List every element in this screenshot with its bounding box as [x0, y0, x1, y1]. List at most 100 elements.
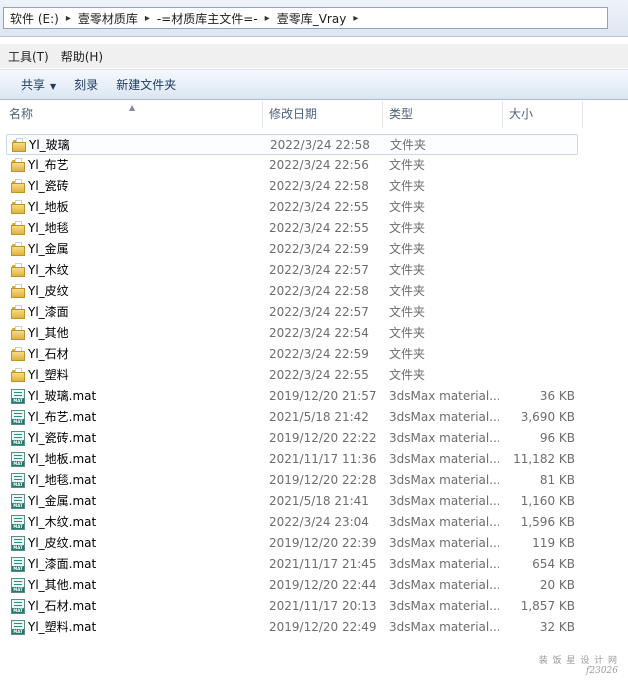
- folder-row[interactable]: Yl_石材 2022/3/24 22:59 文件夹: [6, 344, 578, 365]
- mat-file-icon: MAT: [11, 494, 25, 509]
- file-name: Yl_塑料.mat: [28, 620, 97, 634]
- file-date: 2022/3/24 22:55: [269, 200, 369, 214]
- column-date[interactable]: 修改日期: [263, 101, 383, 128]
- file-name: Yl_金属.mat: [28, 494, 97, 508]
- file-date: 2022/3/24 22:57: [269, 305, 369, 319]
- folder-icon: [11, 158, 25, 172]
- new-folder-button[interactable]: 新建文件夹: [107, 76, 185, 93]
- folder-icon: [11, 284, 25, 298]
- folder-row[interactable]: Yl_地板 2022/3/24 22:55 文件夹: [6, 197, 578, 218]
- share-button-label: 共享: [21, 78, 46, 92]
- folder-row[interactable]: Yl_地毯 2022/3/24 22:55 文件夹: [6, 218, 578, 239]
- file-row[interactable]: MAT Yl_皮纹.mat 2019/12/20 22:39 3dsMax mater…: [6, 533, 578, 554]
- file-type: 3dsMax material...: [389, 431, 499, 445]
- file-size: [498, 302, 575, 323]
- file-name: Yl_皮纹.mat: [28, 536, 97, 550]
- file-row[interactable]: MAT Yl_木纹.mat 2022/3/24 23:04 3dsMax materi…: [6, 512, 578, 533]
- file-size: 1,596 KB: [520, 515, 575, 529]
- breadcrumb-main-folder[interactable]: -=材质库主文件=-: [154, 10, 261, 27]
- file-date: 2022/3/24 23:04: [269, 515, 369, 529]
- folder-row[interactable]: Yl_塑料 2022/3/24 22:55 文件夹: [6, 365, 578, 386]
- folder-icon: [11, 305, 25, 319]
- share-button[interactable]: 共享 ▼: [12, 76, 65, 93]
- mat-file-icon: MAT: [11, 557, 25, 572]
- file-row[interactable]: MAT Yl_地毯.mat 2019/12/20 22:28 3dsMax mater…: [6, 470, 578, 491]
- file-type: 3dsMax material...: [389, 473, 499, 487]
- file-date: 2022/3/24 22:57: [269, 263, 369, 277]
- file-date: 2021/11/17 20:13: [269, 599, 377, 613]
- file-size: [498, 344, 575, 365]
- file-date: 2022/3/24 22:55: [269, 221, 369, 235]
- file-size: 119 KB: [532, 536, 575, 550]
- file-type: 文件夹: [389, 263, 426, 277]
- file-name: Yl_石材: [28, 347, 69, 361]
- column-size[interactable]: 大小: [503, 101, 583, 128]
- folder-icon: [11, 368, 25, 382]
- breadcrumb-separator[interactable]: ▸: [261, 13, 274, 24]
- file-size: [498, 218, 575, 239]
- folder-row[interactable]: Yl_漆面 2022/3/24 22:57 文件夹: [6, 302, 578, 323]
- breadcrumb-drive[interactable]: 软件 (E:): [7, 10, 62, 27]
- file-type: 文件夹: [389, 242, 426, 256]
- file-date: 2022/3/24 22:59: [269, 242, 369, 256]
- file-size: 81 KB: [539, 473, 575, 487]
- file-type: 3dsMax material...: [389, 536, 499, 550]
- folder-row[interactable]: Yl_玻璃 2022/3/24 22:58 文件夹: [6, 134, 578, 155]
- folder-row[interactable]: Yl_布艺 2022/3/24 22:56 文件夹: [6, 155, 578, 176]
- file-type: 文件夹: [389, 347, 426, 361]
- folder-row[interactable]: Yl_瓷砖 2022/3/24 22:58 文件夹: [6, 176, 578, 197]
- folder-row[interactable]: Yl_金属 2022/3/24 22:59 文件夹: [6, 239, 578, 260]
- menu-help[interactable]: 帮助(H): [55, 48, 109, 65]
- file-name: Yl_瓷砖.mat: [28, 431, 97, 445]
- file-name: Yl_其他: [28, 326, 69, 340]
- folder-row[interactable]: Yl_其他 2022/3/24 22:54 文件夹: [6, 323, 578, 344]
- file-row[interactable]: MAT Yl_玻璃.mat 2019/12/20 21:57 3dsMax mater…: [6, 386, 578, 407]
- file-type: 3dsMax material...: [389, 620, 499, 634]
- file-size: [498, 155, 575, 176]
- file-type: 3dsMax material...: [389, 389, 499, 403]
- file-size: 1,160 KB: [520, 494, 575, 508]
- breadcrumb-separator[interactable]: ▸: [349, 13, 362, 24]
- file-type: 3dsMax material...: [389, 494, 499, 508]
- file-row[interactable]: MAT Yl_金属.mat 2021/5/18 21:41 3dsMax materi…: [6, 491, 578, 512]
- file-date: 2019/12/20 22:22: [269, 431, 377, 445]
- mat-file-icon: MAT: [11, 536, 25, 551]
- breadcrumb-separator[interactable]: ▸: [141, 13, 154, 24]
- menu-tools[interactable]: 工具(T): [2, 48, 55, 65]
- file-size: 96 KB: [539, 431, 575, 445]
- file-date: 2022/3/24 22:58: [269, 179, 369, 193]
- column-type[interactable]: 类型: [383, 101, 503, 128]
- file-name: Yl_地毯.mat: [28, 473, 97, 487]
- column-name[interactable]: 名称 ▲: [3, 101, 263, 128]
- file-row[interactable]: MAT Yl_布艺.mat 2021/5/18 21:42 3dsMax materi…: [6, 407, 578, 428]
- file-row[interactable]: MAT Yl_塑料.mat 2019/12/20 22:49 3dsMax mater…: [6, 617, 578, 638]
- file-date: 2022/3/24 22:58: [270, 138, 370, 152]
- command-toolbar: 共享 ▼ 刻录 新建文件夹: [0, 69, 628, 100]
- folder-icon: [11, 326, 25, 340]
- file-type: 3dsMax material...: [389, 515, 499, 529]
- file-size: [498, 197, 575, 218]
- file-date: 2019/12/20 22:28: [269, 473, 377, 487]
- breadcrumb-library[interactable]: 壹零材质库: [75, 10, 141, 27]
- file-row[interactable]: MAT Yl_石材.mat 2021/11/17 20:13 3dsMax mater…: [6, 596, 578, 617]
- breadcrumb-current-folder[interactable]: 壹零库_Vray: [274, 10, 350, 27]
- breadcrumb-separator[interactable]: ▸: [62, 13, 75, 24]
- burn-button[interactable]: 刻录: [65, 76, 107, 93]
- file-size: 11,182 KB: [513, 452, 575, 466]
- watermark: 装 饭 星 设 计 网 f23026: [538, 653, 618, 676]
- file-row[interactable]: MAT Yl_漆面.mat 2021/11/17 21:45 3dsMax mater…: [6, 554, 578, 575]
- folder-row[interactable]: Yl_皮纹 2022/3/24 22:58 文件夹: [6, 281, 578, 302]
- file-row[interactable]: MAT Yl_地板.mat 2021/11/17 11:36 3dsMax mater…: [6, 449, 578, 470]
- mat-file-icon: MAT: [11, 410, 25, 425]
- file-type: 3dsMax material...: [389, 452, 499, 466]
- mat-file-icon: MAT: [11, 473, 25, 488]
- file-date: 2022/3/24 22:54: [269, 326, 369, 340]
- file-name: Yl_石材.mat: [28, 599, 97, 613]
- file-row[interactable]: MAT Yl_其他.mat 2019/12/20 22:44 3dsMax mater…: [6, 575, 578, 596]
- address-bar[interactable]: 软件 (E:) ▸ 壹零材质库 ▸ -=材质库主文件=- ▸ 壹零库_Vray …: [3, 7, 608, 29]
- file-size: [498, 323, 575, 344]
- folder-row[interactable]: Yl_木纹 2022/3/24 22:57 文件夹: [6, 260, 578, 281]
- file-row[interactable]: MAT Yl_瓷砖.mat 2019/12/20 22:22 3dsMax mater…: [6, 428, 578, 449]
- file-date: 2019/12/20 22:44: [269, 578, 377, 592]
- file-size: [499, 135, 576, 156]
